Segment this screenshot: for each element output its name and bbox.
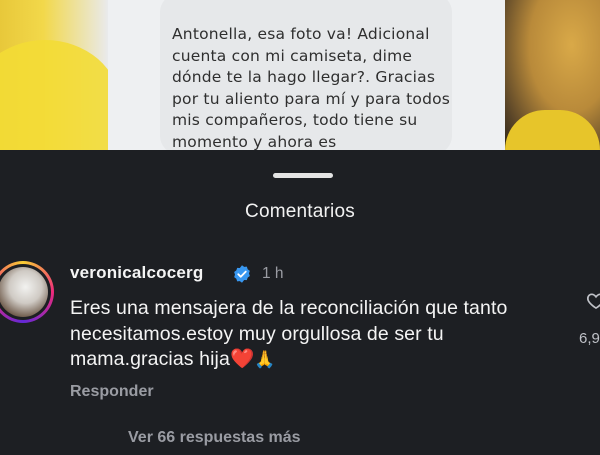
verified-badge-icon xyxy=(234,265,250,283)
comment-timestamp: 1 h xyxy=(262,265,284,282)
message-text: Antonella, esa foto va! Adicional cuenta… xyxy=(172,25,451,150)
pray-emoji: 🙏 xyxy=(254,350,276,369)
comments-sheet: Comentarios veronicalcocerg 1 h Eres una… xyxy=(0,150,600,455)
post-image-right-photo xyxy=(505,0,600,150)
comment-body: Eres una mensajera de la reconciliación … xyxy=(70,297,508,370)
sheet-title: Comentarios xyxy=(245,201,355,222)
like-count: 6,9 xyxy=(579,330,600,347)
sheet-drag-handle[interactable] xyxy=(273,173,333,178)
heart-like-icon[interactable] xyxy=(586,291,600,311)
post-image-left-photo xyxy=(0,0,120,150)
heart-emoji: ❤️ xyxy=(229,348,255,370)
post-image: Antonella, esa foto va! Adicional cuenta… xyxy=(0,0,600,150)
avatar[interactable] xyxy=(0,261,54,323)
view-more-replies-button[interactable]: Ver 66 respuestas más xyxy=(128,429,301,447)
avatar-image xyxy=(0,267,48,317)
comment-username[interactable]: veronicalcocerg xyxy=(70,263,203,283)
comment-text: Eres una mensajera de la reconciliación … xyxy=(70,296,550,373)
reply-button[interactable]: Responder xyxy=(70,383,154,401)
